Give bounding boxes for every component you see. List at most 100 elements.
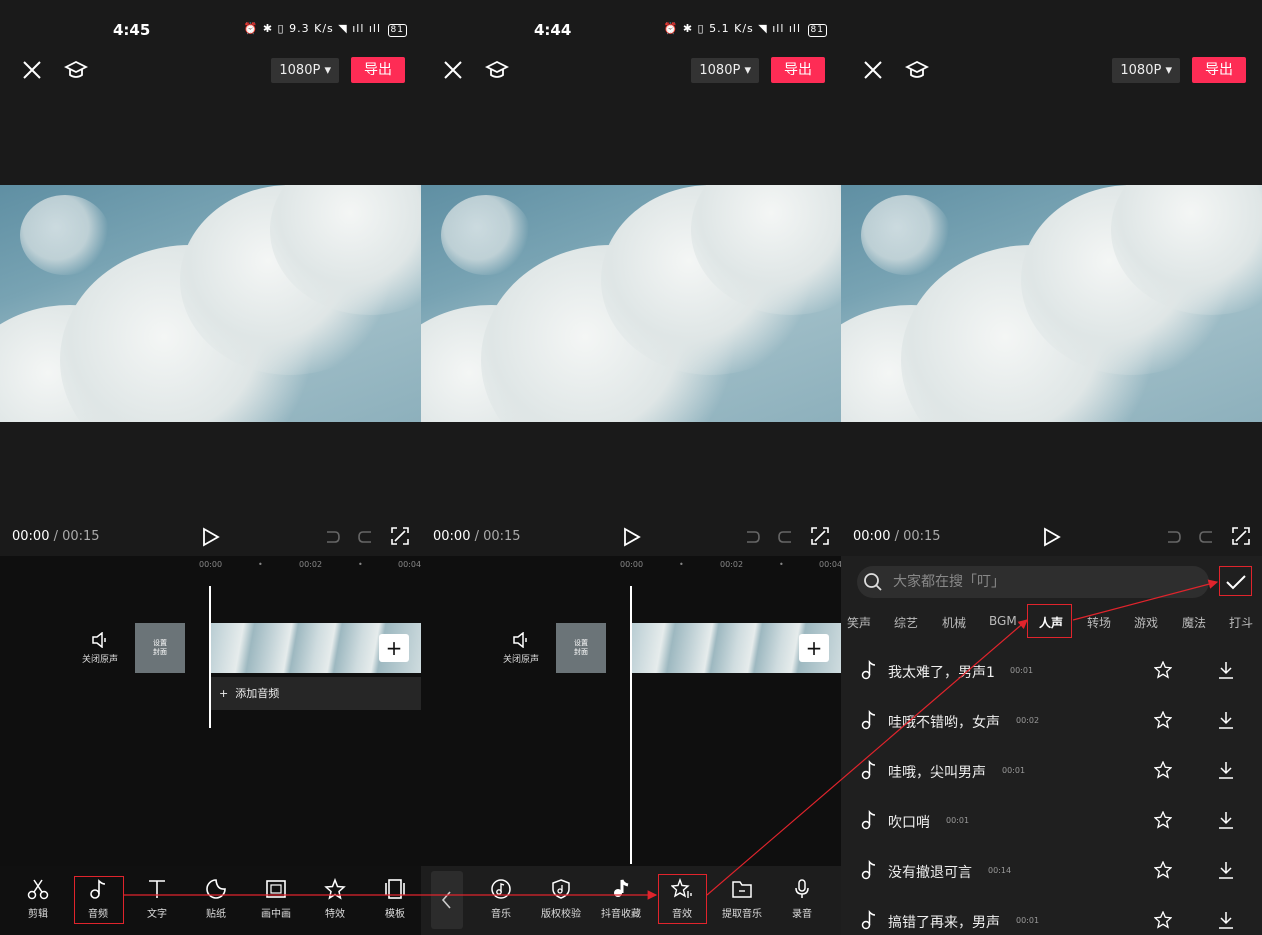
tool-template[interactable]: 模板 — [370, 878, 420, 920]
star-icon[interactable] — [1154, 711, 1172, 729]
tool-sticker[interactable]: 贴纸 — [191, 878, 241, 920]
play-icon[interactable] — [202, 527, 220, 547]
category-tab[interactable]: 转场 — [1087, 614, 1111, 631]
fullscreen-icon[interactable] — [391, 527, 409, 545]
star-icon[interactable] — [1154, 911, 1172, 929]
redo-icon[interactable] — [1198, 528, 1216, 546]
undo-icon[interactable] — [743, 528, 761, 546]
undo-icon[interactable] — [1164, 528, 1182, 546]
close-icon[interactable] — [861, 58, 885, 82]
add-clip-button[interactable]: + — [379, 634, 409, 662]
redo-icon[interactable] — [357, 528, 375, 546]
add-audio-track[interactable]: + 添加音频 — [211, 677, 421, 710]
sound-item[interactable]: 吹口哨 00:01 — [841, 796, 1262, 846]
play-icon[interactable] — [623, 527, 641, 547]
sound-duration: 00:01 — [946, 816, 970, 825]
download-icon[interactable] — [1217, 911, 1235, 929]
back-button[interactable] — [431, 871, 463, 929]
tool-extract-music[interactable]: 提取音乐 — [717, 878, 767, 920]
category-tab[interactable]: 打斗 — [1229, 614, 1253, 631]
sound-item[interactable]: 哇哦，尖叫男声 00:01 — [841, 746, 1262, 796]
fullscreen-icon[interactable] — [1232, 527, 1250, 545]
speaker-icon — [513, 632, 527, 648]
graduation-cap-icon[interactable] — [484, 58, 510, 82]
star-icon[interactable] — [1154, 861, 1172, 879]
resolution-label: 1080P — [699, 63, 741, 78]
microphone-icon — [795, 879, 809, 898]
clock: 4:44 — [534, 21, 572, 39]
sound-item[interactable]: 我太难了，男声1 00:01 — [841, 646, 1262, 696]
music-note-icon — [861, 810, 876, 830]
music-note-icon — [861, 860, 876, 880]
video-preview[interactable] — [421, 185, 841, 422]
video-preview[interactable] — [0, 185, 421, 422]
download-icon[interactable] — [1217, 761, 1235, 779]
timeline-ruler: 00:00 • 00:02 • 00:04 — [199, 560, 421, 569]
status-bar: 4:45 ⏰ ✱ ▯ 9.3 K/s ◥ ıll ıll 81 — [0, 18, 421, 46]
set-cover-button[interactable]: 设置 封面 — [556, 623, 606, 673]
sound-title: 没有撤退可言 — [888, 865, 972, 881]
download-icon[interactable] — [1217, 661, 1235, 679]
download-icon[interactable] — [1217, 861, 1235, 879]
playhead[interactable] — [630, 586, 632, 864]
resolution-dropdown[interactable]: 1080P ▾ — [691, 58, 759, 83]
set-cover-button[interactable]: 设置 封面 — [135, 623, 185, 673]
add-clip-button[interactable]: + — [799, 634, 829, 662]
redo-icon[interactable] — [777, 528, 795, 546]
category-tab[interactable]: 魔法 — [1182, 614, 1206, 631]
graduation-cap-icon[interactable] — [904, 58, 930, 82]
category-tab[interactable]: 游戏 — [1134, 614, 1158, 631]
tool-music[interactable]: 音乐 — [476, 878, 526, 920]
video-preview[interactable] — [841, 185, 1262, 422]
tool-effects[interactable]: 特效 — [310, 878, 360, 920]
category-tab[interactable]: BGM — [989, 614, 1017, 628]
tool-record[interactable]: 录音 — [777, 878, 827, 920]
resolution-dropdown[interactable]: 1080P ▾ — [271, 58, 339, 83]
category-tab[interactable]: 机械 — [942, 614, 966, 631]
mute-original-button[interactable]: 关闭原声 — [80, 632, 120, 665]
category-tab[interactable]: 笑声 — [847, 614, 871, 631]
clock: 4:45 — [113, 21, 151, 39]
star-icon[interactable] — [1154, 811, 1172, 829]
close-icon[interactable] — [441, 58, 465, 82]
resolution-dropdown[interactable]: 1080P ▾ — [1112, 58, 1180, 83]
tool-text[interactable]: 文字 — [132, 878, 182, 920]
playhead[interactable] — [209, 586, 211, 728]
search-input[interactable]: 大家都在搜「叮」 — [857, 566, 1209, 598]
export-button[interactable]: 导出 — [1192, 57, 1246, 83]
sound-item[interactable]: 哇哦不错哟，女声 00:02 — [841, 696, 1262, 746]
star-icon[interactable] — [1154, 761, 1172, 779]
undo-icon[interactable] — [323, 528, 341, 546]
export-button[interactable]: 导出 — [351, 57, 405, 83]
highlight-audio-tool — [74, 876, 124, 924]
download-icon[interactable] — [1217, 811, 1235, 829]
sound-title: 我太难了，男声1 — [888, 665, 995, 681]
sound-title: 哇哦不错哟，女声 — [888, 715, 1000, 731]
music-note-icon — [861, 710, 876, 730]
play-icon[interactable] — [1043, 527, 1061, 547]
close-icon[interactable] — [20, 58, 44, 82]
mute-label: 关闭原声 — [502, 655, 539, 665]
fullscreen-icon[interactable] — [811, 527, 829, 545]
status-bar: 4:44 ⏰ ✱ ▯ 5.1 K/s ◥ ıll ıll 81 — [421, 18, 841, 46]
category-tab[interactable]: 综艺 — [894, 614, 918, 631]
scissors-icon — [27, 879, 49, 900]
mute-original-button[interactable]: 关闭原声 — [501, 632, 541, 665]
tool-cut[interactable]: 剪辑 — [13, 878, 63, 920]
tool-copyright-check[interactable]: 版权校验 — [536, 878, 586, 920]
battery-icon: 81 — [807, 24, 827, 37]
sound-item[interactable]: 搞错了再来，男声 00:01 — [841, 896, 1262, 935]
sound-title: 哇哦，尖叫男声 — [888, 765, 986, 781]
tool-pip[interactable]: 画中画 — [251, 878, 301, 920]
sound-item[interactable]: 没有撤退可言 00:14 — [841, 846, 1262, 896]
tool-douyin-favorites[interactable]: 抖音收藏 — [596, 878, 646, 920]
graduation-cap-icon[interactable] — [63, 58, 89, 82]
sticker-icon — [206, 879, 226, 899]
star-icon[interactable] — [1154, 661, 1172, 679]
download-icon[interactable] — [1217, 711, 1235, 729]
sound-title: 搞错了再来，男声 — [888, 915, 1000, 931]
tutorial-composite: 4:45 ⏰ ✱ ▯ 9.3 K/s ◥ ıll ıll 81 1080P ▾ … — [0, 0, 1262, 935]
export-button[interactable]: 导出 — [771, 57, 825, 83]
music-note-icon — [861, 910, 876, 930]
search-icon — [864, 573, 882, 591]
